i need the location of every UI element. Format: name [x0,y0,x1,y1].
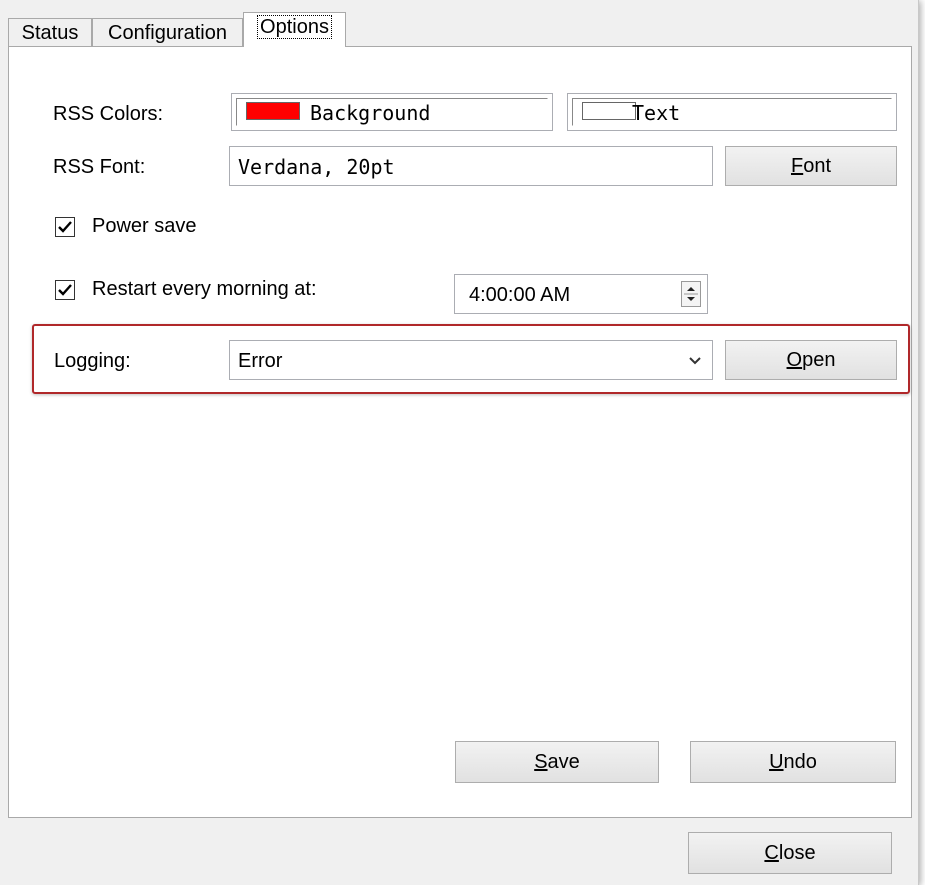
options-window: Status Configuration Options RSS Colors:… [0,0,919,885]
background-color-button[interactable]: Background [231,93,553,131]
power-save-label: Power save [92,215,197,237]
save-button[interactable]: Save [455,741,659,783]
tab-status-label: Status [21,22,79,44]
background-color-swatch [246,102,300,120]
power-save-checkbox[interactable] [55,217,75,237]
tab-strip: Status Configuration Options [8,12,912,47]
text-color-button[interactable]: Text [567,93,897,131]
logging-highlight-box [32,324,910,394]
rss-colors-label: RSS Colors: [53,103,164,125]
text-color-label: Text [632,101,681,125]
tab-options[interactable]: Options [243,12,346,47]
close-button[interactable]: Close [688,832,892,874]
rss-font-value: Verdana, 20pt [238,155,395,179]
restart-checkbox[interactable] [55,280,75,300]
undo-button[interactable]: Undo [690,741,896,783]
restart-label: Restart every morning at: [92,278,317,300]
tab-configuration[interactable]: Configuration [92,18,243,46]
time-spinner[interactable] [681,281,701,307]
tab-status[interactable]: Status [8,18,92,46]
rss-font-label: RSS Font: [53,156,146,178]
background-color-label: Background [310,101,431,125]
checkmark-icon [58,221,72,233]
rss-font-field[interactable]: Verdana, 20pt [229,146,713,186]
font-button[interactable]: Font [725,146,897,186]
text-color-swatch [582,102,636,120]
checkmark-icon [58,284,72,296]
tab-configuration-label: Configuration [108,22,227,44]
dialog-footer: Close [8,818,912,885]
tab-options-label: Options [257,15,332,39]
restart-time-picker[interactable]: 4:00:00 AM [454,274,708,314]
options-panel: RSS Colors: Background Text RSS Font: Ve… [8,46,912,818]
restart-time-value: 4:00:00 AM [469,284,571,306]
spin-arrows-icon [684,287,698,301]
